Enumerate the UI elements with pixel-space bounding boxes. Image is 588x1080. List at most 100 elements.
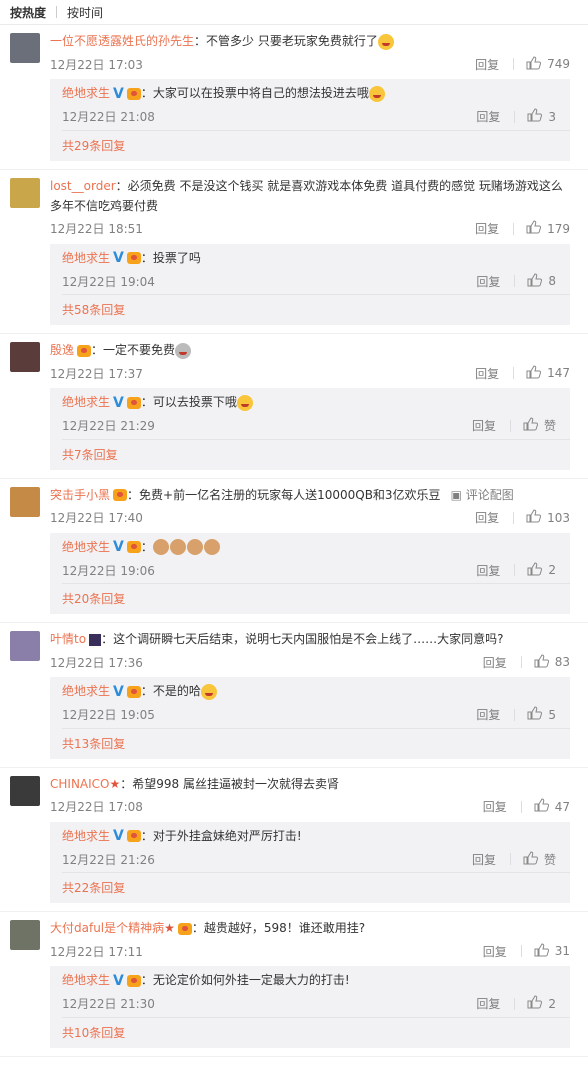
like-button[interactable]: 5 xyxy=(527,706,556,723)
star-icon: ★ xyxy=(164,921,175,935)
reply-button[interactable]: 回复 xyxy=(483,654,507,671)
comment-text: 大付daful是个精神病★ ：越贵越好，598！谁还敢用挂? xyxy=(50,912,588,938)
thumbs-up-icon xyxy=(526,55,547,73)
sub-comment-username[interactable]: 绝地求生 xyxy=(62,973,110,987)
like-button[interactable]: 2 xyxy=(527,561,556,579)
like-button[interactable]: 8 xyxy=(527,272,556,290)
comment-item: 突击手小黑 ：免费+前一亿名注册的玩家每人送10000QB和3亿欢乐豆 ▣ 评论配图… xyxy=(0,479,588,623)
avatar[interactable] xyxy=(10,33,40,63)
comment-username[interactable]: 一位不愿透露姓氏的孙先生 xyxy=(50,34,194,48)
like-count: 5 xyxy=(548,707,556,722)
like-button[interactable]: 179 xyxy=(526,220,570,237)
like-button[interactable]: 147 xyxy=(526,364,570,382)
reply-button[interactable]: 回复 xyxy=(472,417,496,434)
sub-comment-meta: 12月22日 21:29 回复 赞 xyxy=(62,413,570,439)
like-button[interactable]: 103 xyxy=(526,509,570,526)
more-replies-link[interactable]: 共20条回复 xyxy=(62,583,570,614)
tab-sort-hot[interactable]: 按热度 xyxy=(10,4,46,21)
reply-button[interactable]: 回复 xyxy=(472,851,496,868)
sub-comment-username[interactable]: 绝地求生 xyxy=(62,829,110,843)
like-count: 8 xyxy=(548,274,556,288)
thumbs-up-icon xyxy=(534,798,555,815)
like-button[interactable]: 749 xyxy=(526,55,570,73)
reply-button[interactable]: 回复 xyxy=(483,798,507,815)
like-button[interactable]: 2 xyxy=(527,995,556,1012)
divider xyxy=(520,945,522,957)
sub-comment-username[interactable]: 绝地求生 xyxy=(62,86,110,100)
divider xyxy=(509,419,511,432)
reply-button[interactable]: 回复 xyxy=(475,56,499,73)
member-badge-icon xyxy=(126,396,141,409)
sub-comment: 绝地求生 V ：可以去投票下哦 12月22日 21:29 回复 赞共7条回复 xyxy=(50,388,570,470)
sub-comment-username[interactable]: 绝地求生 xyxy=(62,540,110,554)
thumbs-up-icon xyxy=(526,220,547,237)
sub-comment-username[interactable]: 绝地求生 xyxy=(62,251,110,265)
tab-sort-time[interactable]: 按时间 xyxy=(67,4,103,21)
like-count: 2 xyxy=(548,563,556,577)
more-replies-link[interactable]: 共10条回复 xyxy=(62,1016,570,1048)
verified-v-icon: V xyxy=(113,828,124,844)
sub-comment-meta: 12月22日 19:04 回复 8 xyxy=(62,268,570,294)
reply-button[interactable]: 回复 xyxy=(476,273,500,290)
like-button[interactable]: 47 xyxy=(534,798,570,815)
avatar[interactable] xyxy=(10,920,40,950)
sub-comment-time: 12月22日 21:26 xyxy=(62,852,155,867)
like-button[interactable]: 赞 xyxy=(523,850,556,868)
divider xyxy=(514,708,516,721)
comment-item: 一位不愿透露姓氏的孙先生：不管多少 只要老玩家免费就行了 12月22日 17:03… xyxy=(0,25,588,170)
comment-meta: 12月22日 17:37 回复 147 xyxy=(50,360,588,386)
sub-comment: 绝地求生 V ： 12月22日 19:06 回复 2 共20条回复 xyxy=(50,532,570,614)
comment-content: ：一定不要免费 xyxy=(91,343,176,357)
reply-button[interactable]: 回复 xyxy=(475,365,499,382)
sub-comment: 绝地求生 V ：对于外挂盒妹绝对严厉打击! 12月22日 21:26 回复 赞共22条回复 xyxy=(50,821,570,903)
like-button[interactable]: 83 xyxy=(534,653,570,671)
avatar[interactable] xyxy=(10,342,40,372)
more-replies-link[interactable]: 共13条回复 xyxy=(62,727,570,759)
comment-username[interactable]: 大付daful是个精神病 xyxy=(50,921,164,935)
like-button[interactable]: 赞 xyxy=(523,417,556,434)
comment-username[interactable]: CHINAICO xyxy=(50,777,110,791)
divider xyxy=(514,275,516,287)
comment-text: 叶情to ：这个调研瞬七天后结束，说明七天内国服怕是不会上线了……大家同意吗? xyxy=(50,623,588,649)
comment-username[interactable]: 叶情to xyxy=(50,632,86,646)
sub-comment-content: ：对于外挂盒妹绝对严厉打击! xyxy=(140,828,302,843)
more-replies-link[interactable]: 共7条回复 xyxy=(62,438,570,470)
thumbs-up-icon xyxy=(527,706,548,723)
more-replies-link[interactable]: 共22条回复 xyxy=(62,872,570,903)
view-image-link[interactable]: ▣ 评论配图 xyxy=(451,488,514,502)
comment-content: ：这个调研瞬七天后结束，说明七天内国服怕是不会上线了……大家同意吗? xyxy=(101,632,504,646)
like-button[interactable]: 31 xyxy=(534,942,570,960)
reply-button[interactable]: 回复 xyxy=(483,943,507,960)
comment-time: 12月22日 17:11 xyxy=(50,944,143,959)
member-badge-icon xyxy=(126,830,141,842)
comment-username[interactable]: lost__order xyxy=(50,179,116,193)
sub-comment-time: 12月22日 19:05 xyxy=(62,708,155,722)
reply-button[interactable]: 回复 xyxy=(476,108,500,125)
reply-button[interactable]: 回复 xyxy=(475,509,499,526)
more-replies-link[interactable]: 共29条回复 xyxy=(62,129,570,161)
sub-comment-time: 12月22日 19:06 xyxy=(62,563,155,578)
verified-v-icon: V xyxy=(113,394,124,411)
comment-content: ：必须免费 不是没这个钱买 就是喜欢游戏本体免费 道具付费的感觉 玩赌场游戏这么… xyxy=(50,178,563,213)
like-button[interactable]: 3 xyxy=(527,108,556,125)
comment-username[interactable]: 殷逸 xyxy=(50,343,74,357)
avatar[interactable] xyxy=(10,486,40,517)
reply-button[interactable]: 回复 xyxy=(476,995,500,1012)
avatar[interactable] xyxy=(10,775,40,806)
reply-button[interactable]: 回复 xyxy=(475,220,499,237)
sub-comment-username[interactable]: 绝地求生 xyxy=(62,395,110,409)
comment-meta: 12月22日 18:51 回复 179 xyxy=(50,216,588,242)
divider xyxy=(509,853,511,865)
avatar[interactable] xyxy=(10,631,40,661)
reply-button[interactable]: 回复 xyxy=(476,706,500,723)
like-count: 3 xyxy=(548,109,556,124)
avatar[interactable] xyxy=(10,177,40,208)
sub-comment-content: ：大家可以在投票中将自己的想法投进去哦 xyxy=(140,86,369,100)
reply-button[interactable]: 回复 xyxy=(476,562,500,579)
more-replies-link[interactable]: 共58条回复 xyxy=(62,294,570,325)
comment-content: ：不管多少 只要老玩家免费就行了 xyxy=(194,34,378,48)
sub-comment-username[interactable]: 绝地求生 xyxy=(62,684,110,698)
comment-username[interactable]: 突击手小黑 xyxy=(50,488,110,502)
comment-meta: 12月22日 17:03 回复 749 xyxy=(50,51,588,77)
emoji-icon xyxy=(200,683,217,700)
